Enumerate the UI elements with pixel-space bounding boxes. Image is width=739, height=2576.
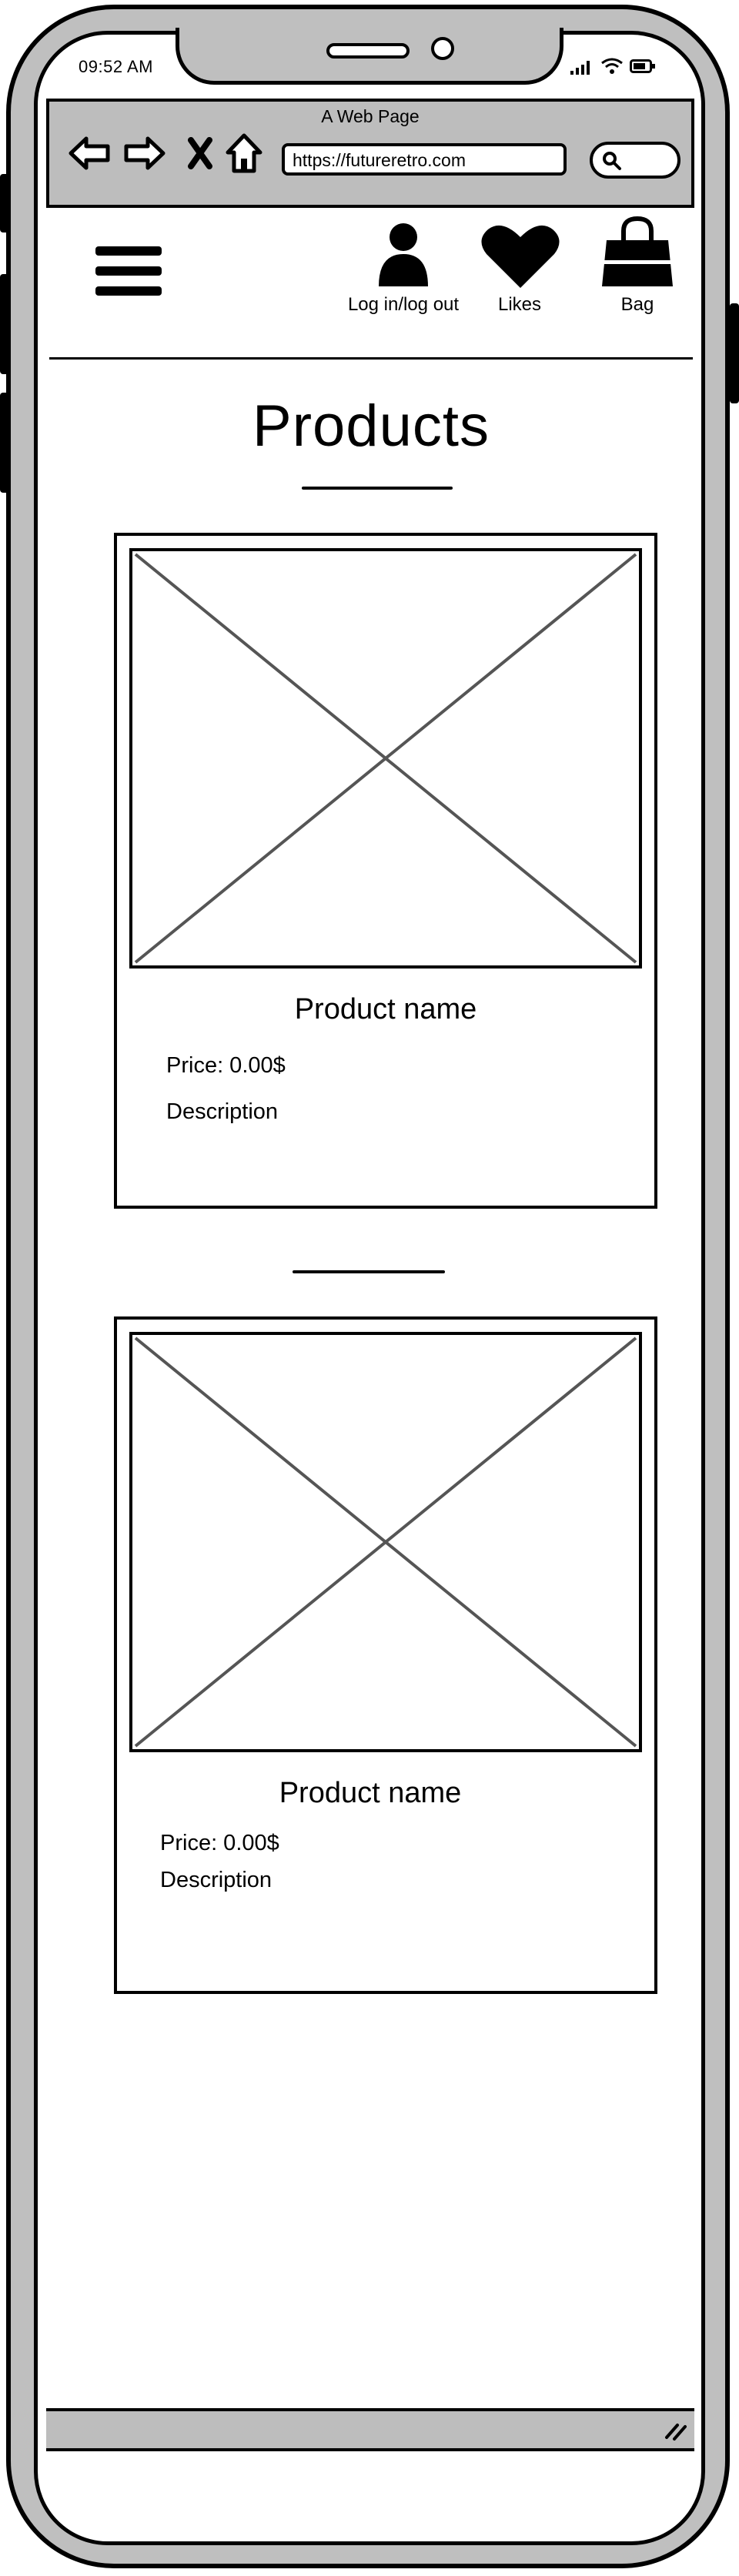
product-image-placeholder bbox=[129, 548, 642, 969]
hamburger-menu-icon[interactable] bbox=[95, 243, 162, 300]
bag-label: Bag bbox=[620, 294, 654, 315]
product-image-placeholder bbox=[129, 1332, 642, 1752]
menu-bar-top bbox=[95, 246, 162, 256]
login-button[interactable]: Log in/log out bbox=[336, 220, 471, 320]
wifi-icon bbox=[600, 57, 624, 79]
back-arrow-icon[interactable] bbox=[68, 134, 111, 172]
shopping-bag-icon bbox=[602, 216, 673, 286]
product-card[interactable]: Product name Price: 0.00$ Description bbox=[114, 533, 657, 1209]
product-card[interactable]: Product name Price: 0.00$ Description bbox=[114, 1316, 657, 1994]
product-description: Description bbox=[160, 1868, 273, 1892]
side-button-right bbox=[730, 303, 739, 403]
browser-page-title: A Web Page bbox=[321, 106, 420, 126]
header-divider bbox=[49, 357, 693, 360]
close-icon[interactable] bbox=[188, 137, 212, 169]
forward-arrow-icon[interactable] bbox=[123, 134, 166, 172]
product-description: Description bbox=[166, 1099, 279, 1124]
title-underline bbox=[302, 487, 453, 490]
camera-icon bbox=[431, 37, 454, 60]
menu-bar-middle bbox=[95, 266, 162, 276]
product-price: Price: 0.00$ bbox=[166, 1053, 286, 1078]
signal-icon bbox=[570, 59, 593, 79]
status-time: 09:52 AM bbox=[79, 57, 153, 76]
likes-label: Likes bbox=[497, 294, 542, 315]
home-icon[interactable] bbox=[225, 132, 263, 174]
side-button-left-bottom bbox=[0, 393, 9, 493]
menu-bar-bottom bbox=[95, 286, 162, 296]
page-title: Products bbox=[252, 393, 490, 459]
side-button-left-top bbox=[0, 174, 9, 233]
card-separator bbox=[293, 1270, 445, 1273]
heart-icon bbox=[481, 225, 560, 288]
user-icon bbox=[379, 223, 428, 286]
product-price: Price: 0.00$ bbox=[160, 1831, 279, 1855]
search-icon bbox=[603, 152, 621, 170]
likes-button[interactable]: Likes bbox=[477, 220, 562, 320]
resize-grip-icon[interactable] bbox=[664, 2419, 687, 2442]
bag-button[interactable]: Bag bbox=[596, 216, 679, 320]
url-field[interactable]: https://futureretro.com bbox=[282, 143, 567, 176]
side-button-left-middle bbox=[0, 274, 9, 374]
product-name: Product name bbox=[294, 993, 477, 1025]
search-field[interactable] bbox=[590, 142, 680, 179]
product-name: Product name bbox=[279, 1777, 462, 1809]
login-label: Log in/log out bbox=[347, 294, 460, 315]
battery-icon bbox=[630, 59, 656, 78]
speaker-grille bbox=[326, 43, 410, 59]
browser-bottom-bar bbox=[46, 2408, 694, 2451]
